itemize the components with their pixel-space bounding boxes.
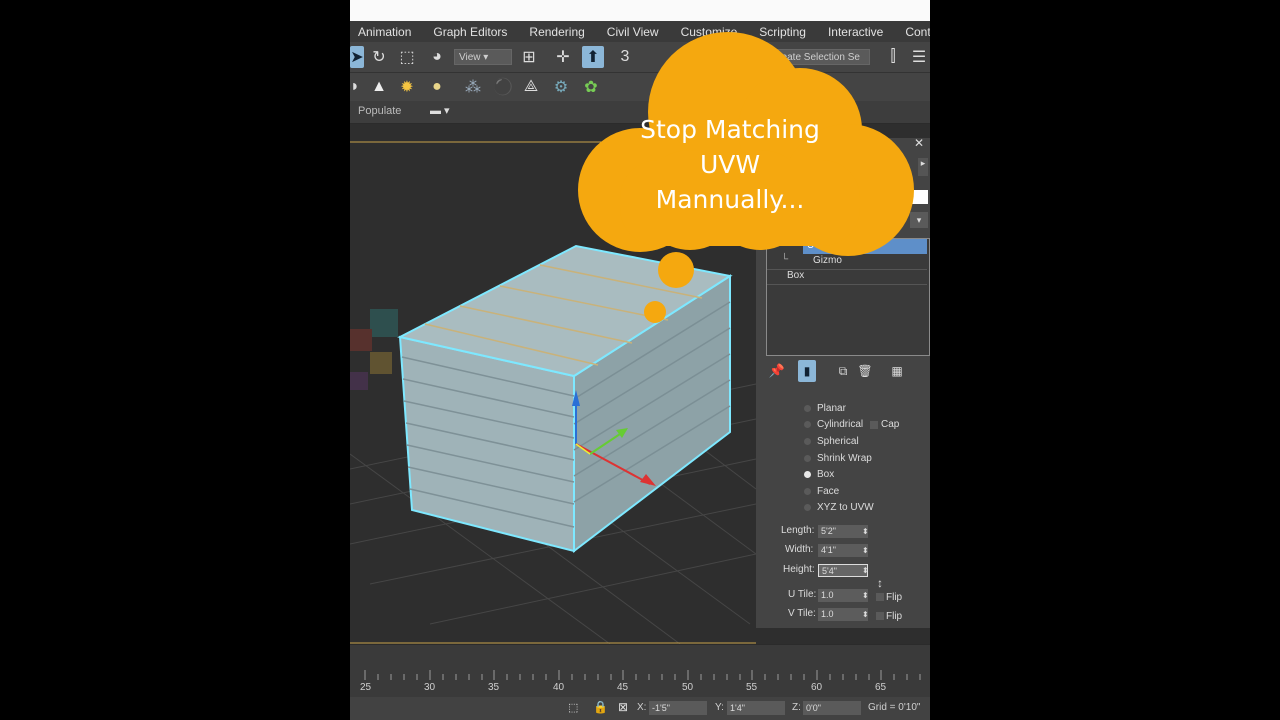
cloud-line-3: Mannually... [655, 185, 805, 214]
cloud-caption: Stop Matching UVW Mannually... [620, 112, 840, 217]
cloud-line-1: Stop Matching [640, 115, 820, 144]
thought-cloud [578, 32, 914, 323]
cloud-line-2: UVW [699, 150, 761, 179]
